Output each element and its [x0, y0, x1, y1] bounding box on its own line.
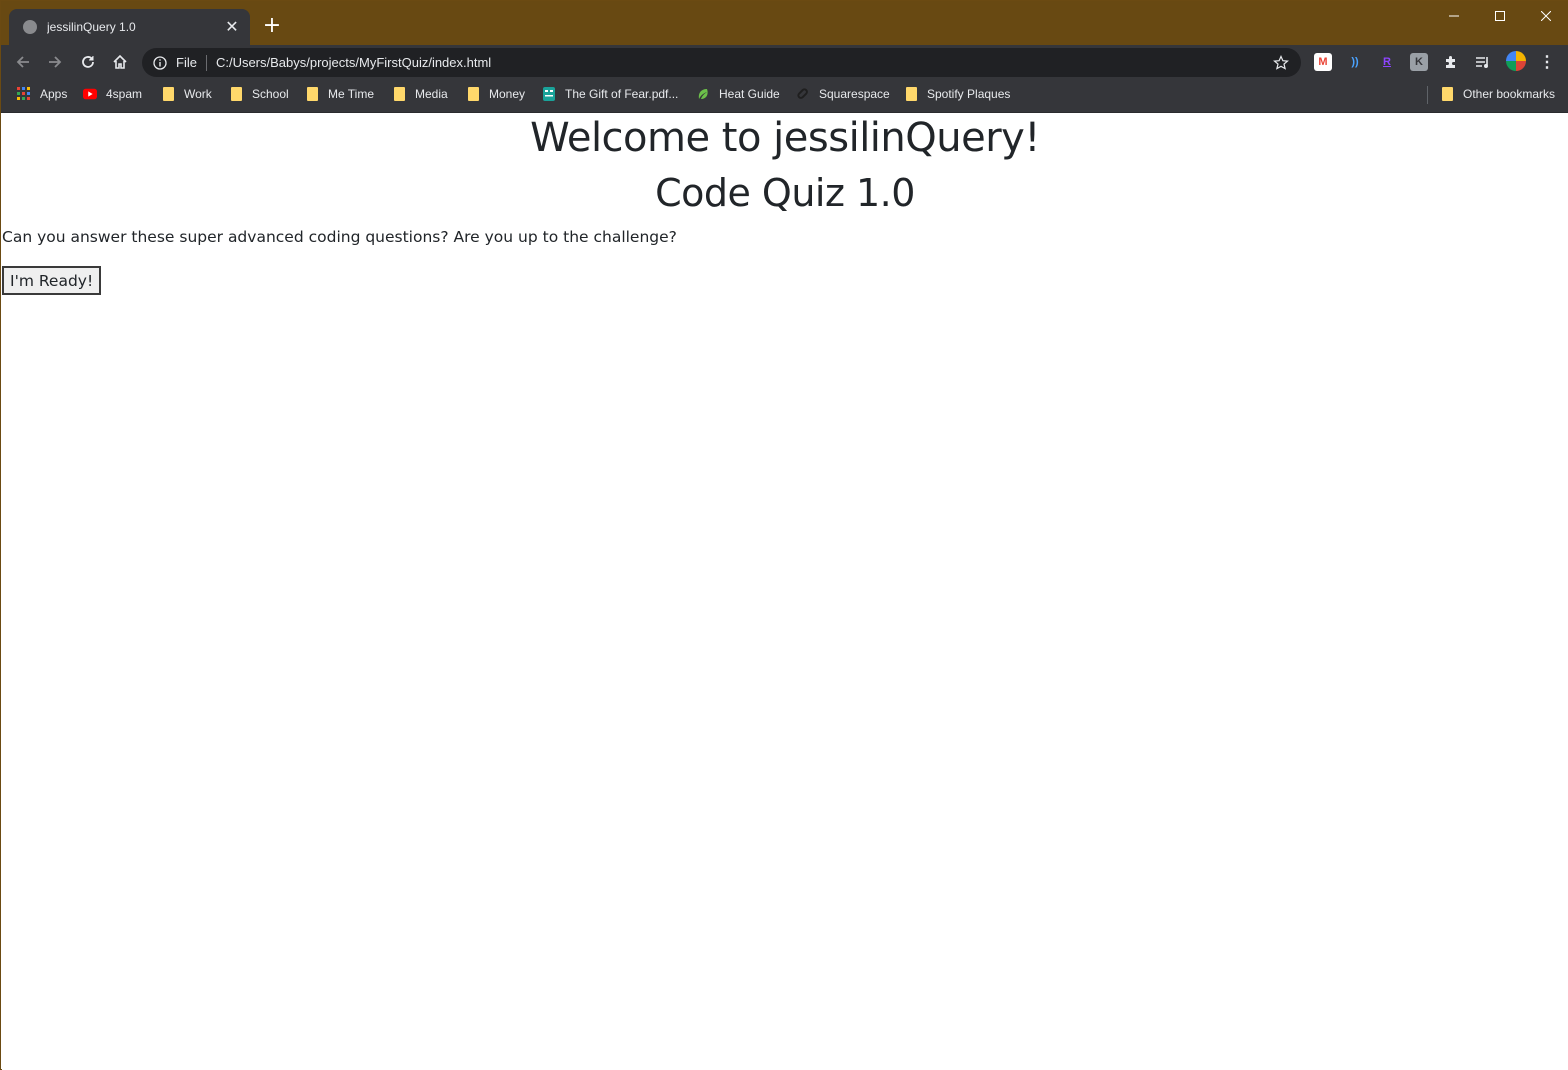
k-extension-icon[interactable]: K — [1410, 53, 1428, 71]
bookmark-label: Squarespace — [819, 87, 890, 101]
bookmark-label: Media — [415, 87, 448, 101]
close-icon[interactable] — [1523, 1, 1568, 31]
r-extension-icon[interactable]: R — [1378, 53, 1396, 71]
maximize-icon[interactable] — [1477, 1, 1523, 31]
info-icon[interactable] — [152, 55, 168, 71]
file-scheme-chip[interactable]: File — [176, 55, 197, 70]
bookmark-label: 4spam — [106, 87, 143, 101]
bookmark-squarespace[interactable]: Squarespace — [796, 79, 890, 109]
bookmark-label: Heat Guide — [719, 87, 780, 101]
menu-kebab-icon[interactable]: ⋮ — [1538, 53, 1556, 71]
bookmark-label: Work — [184, 87, 212, 101]
bookmark-folder-me-time[interactable]: Me Time — [305, 79, 374, 109]
folder-icon — [1440, 87, 1454, 101]
back-arrow-icon[interactable] — [11, 50, 35, 74]
bookmark-label: Spotify Plaques — [927, 87, 1011, 101]
tab-close-icon[interactable]: ✕ — [224, 19, 240, 35]
reload-icon[interactable] — [76, 50, 100, 74]
media-queue-icon[interactable] — [1474, 53, 1492, 71]
page-content: Welcome to jessilinQuery! Code Quiz 1.0 … — [2, 113, 1568, 1070]
bookmark-folder-media[interactable]: Media — [392, 79, 448, 109]
bookmark-gift-of-fear[interactable]: The Gift of Fear.pdf... — [542, 79, 678, 109]
gmail-extension-icon[interactable]: M — [1314, 53, 1332, 71]
bookmark-heat-guide[interactable]: Heat Guide — [696, 79, 780, 109]
start-quiz-button[interactable]: I'm Ready! — [2, 266, 102, 295]
puzzle-extension-icon[interactable] — [1442, 53, 1460, 71]
forward-arrow-icon[interactable] — [43, 50, 67, 74]
bookmark-label: School — [252, 87, 289, 101]
bookmark-folder-money[interactable]: Money — [466, 79, 525, 109]
bookmark-label: Other bookmarks — [1463, 87, 1556, 101]
active-tab[interactable]: jessilinQuery 1.0 ✕ — [9, 9, 250, 45]
page-title: Welcome to jessilinQuery! — [530, 115, 1040, 161]
folder-icon — [229, 87, 243, 101]
bookmark-label: Money — [489, 87, 526, 101]
browser-window: jessilinQuery 1.0 ✕ + File C:/Users/Baby… — [0, 0, 1568, 1070]
bookmark-folder-school[interactable]: School — [229, 79, 289, 109]
folder-icon — [904, 87, 918, 101]
url-text[interactable]: C:/Users/Babys/projects/MyFirstQuiz/inde… — [216, 55, 1271, 70]
folder-icon — [161, 87, 175, 101]
address-bar[interactable]: File C:/Users/Babys/projects/MyFirstQuiz… — [142, 48, 1301, 77]
bookmark-label: The Gift of Fear.pdf... — [565, 87, 679, 101]
window-controls — [1431, 1, 1568, 31]
youtube-icon — [83, 87, 97, 101]
omnibox-divider — [205, 54, 207, 71]
folder-icon — [305, 87, 319, 101]
tab-strip: jessilinQuery 1.0 ✕ + — [1, 1, 1568, 45]
tab-title: jessilinQuery 1.0 — [47, 20, 136, 34]
minimize-icon[interactable] — [1431, 1, 1477, 31]
profile-avatar[interactable] — [1506, 51, 1526, 71]
bookmark-label: Me Time — [328, 87, 375, 101]
reader-app-icon — [542, 87, 556, 101]
bookmark-apps[interactable]: Apps — [17, 79, 67, 109]
squarespace-icon — [796, 87, 810, 101]
bookmark-folder-spotify-plaques[interactable]: Spotify Plaques — [904, 79, 1010, 109]
folder-icon — [392, 87, 406, 101]
globe-icon — [23, 20, 37, 34]
home-icon[interactable] — [108, 50, 132, 74]
bookmark-label: Apps — [40, 87, 68, 101]
new-tab-button[interactable]: + — [260, 15, 284, 39]
heat-leaf-icon — [696, 87, 710, 101]
bookmark-star-icon[interactable] — [1271, 53, 1291, 73]
browser-toolbar: File C:/Users/Babys/projects/MyFirstQuiz… — [1, 45, 1568, 79]
bookmarks-divider — [1427, 86, 1428, 104]
bookmarks-bar: Apps 4spam Work School Me Time Media Mon… — [1, 79, 1568, 113]
bookmark-4spam[interactable]: 4spam — [83, 79, 142, 109]
bookmark-folder-work[interactable]: Work — [161, 79, 212, 109]
apps-grid-icon — [17, 87, 31, 101]
page-subtitle: Code Quiz 1.0 — [655, 171, 915, 215]
folder-icon — [466, 87, 480, 101]
intro-text: Can you answer these super advanced codi… — [2, 228, 677, 246]
audio-extension-icon[interactable]: )) — [1346, 53, 1364, 71]
bookmark-other-bookmarks[interactable]: Other bookmarks — [1440, 79, 1555, 109]
